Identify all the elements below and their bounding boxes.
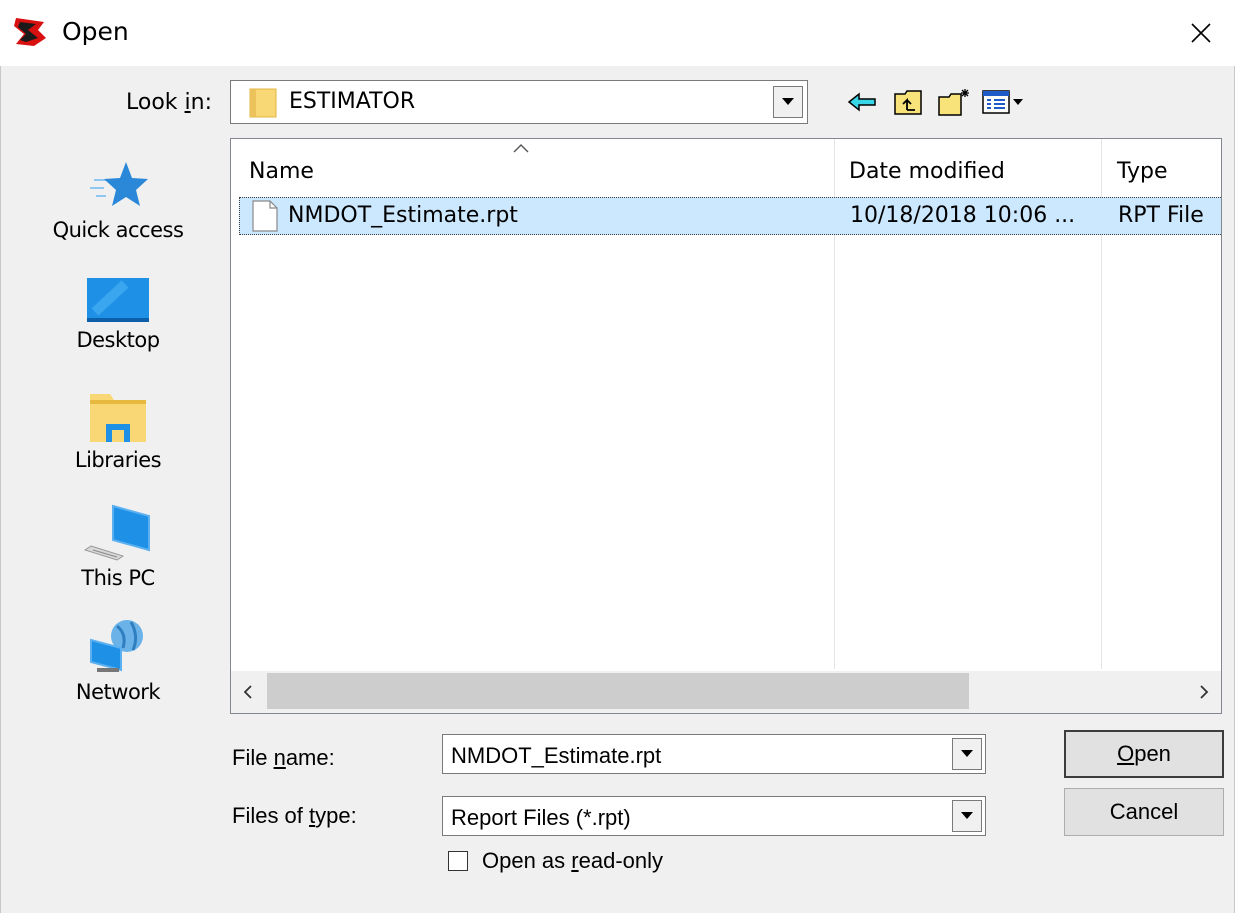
file-name-value: NMDOT_Estimate.rpt: [451, 743, 662, 768]
file-name-dropdown-button[interactable]: [952, 738, 982, 770]
place-libraries[interactable]: Libraries: [22, 390, 214, 472]
column-header-type[interactable]: Type: [1117, 159, 1168, 184]
up-folder-icon: [894, 90, 922, 115]
close-icon: [1191, 23, 1211, 43]
open-button[interactable]: Open: [1064, 730, 1224, 778]
file-type-dropdown-button[interactable]: [952, 800, 982, 832]
libraries-icon: [90, 394, 146, 442]
file-name: NMDOT_Estimate.rpt: [288, 203, 518, 228]
file-list[interactable]: Name Date modified Type NMDOT_Estimate.r…: [230, 138, 1222, 714]
folder-icon: [249, 88, 277, 118]
title-bar[interactable]: Open: [0, 0, 1235, 66]
look-in-value: ESTIMATOR: [289, 89, 416, 114]
file-date-modified: 10/18/2018 10:06 ...: [850, 203, 1076, 228]
toolbar: [842, 84, 1032, 120]
cancel-button[interactable]: Cancel: [1064, 788, 1224, 836]
scroll-left-button[interactable]: [231, 671, 265, 713]
open-dialog: Open Look in: ESTIMATOR Quick access Des…: [0, 0, 1235, 913]
desktop-icon: [87, 278, 149, 322]
file-type-label: Files of type:: [232, 803, 357, 828]
column-header-date-modified[interactable]: Date modified: [849, 159, 1005, 184]
chevron-down-icon: [961, 750, 973, 757]
dropdown-arrow-button[interactable]: [773, 86, 803, 118]
chevron-right-icon: [1200, 685, 1209, 699]
new-folder-icon: [938, 89, 969, 116]
file-icon: [252, 200, 278, 232]
network-icon: [90, 620, 143, 672]
back-button[interactable]: [842, 84, 882, 120]
star-icon: [90, 162, 148, 206]
view-menu-icon: [982, 90, 1023, 114]
place-quick-access[interactable]: Quick access: [22, 160, 214, 242]
place-this-pc[interactable]: This PC: [22, 504, 214, 590]
look-in-dropdown[interactable]: ESTIMATOR: [230, 80, 808, 124]
back-arrow-icon: [847, 92, 876, 112]
close-button[interactable]: [1167, 0, 1235, 66]
file-type-value: Report Files (*.rpt): [451, 805, 631, 830]
chevron-down-icon: [782, 98, 794, 105]
chevron-down-icon: [961, 812, 973, 819]
scrollbar-thumb[interactable]: [267, 673, 969, 709]
read-only-checkbox[interactable]: [448, 851, 468, 871]
app-logo-icon: [14, 18, 46, 46]
sort-ascending-icon: [513, 144, 529, 153]
new-folder-button[interactable]: [934, 84, 974, 120]
file-type: RPT File: [1118, 203, 1204, 228]
file-type-dropdown[interactable]: Report Files (*.rpt): [442, 796, 986, 836]
horizontal-scrollbar[interactable]: [231, 671, 1221, 713]
computer-icon: [83, 504, 150, 561]
file-name-label: File name:: [232, 745, 335, 770]
look-in-label: Look in:: [126, 90, 213, 115]
view-menu-button[interactable]: [980, 84, 1026, 120]
up-folder-button[interactable]: [888, 84, 928, 120]
column-header-name[interactable]: Name: [249, 159, 314, 184]
place-desktop[interactable]: Desktop: [22, 276, 214, 352]
window-title: Open: [62, 17, 129, 46]
chevron-left-icon: [243, 685, 252, 699]
file-name-input[interactable]: NMDOT_Estimate.rpt: [442, 734, 986, 774]
file-row[interactable]: NMDOT_Estimate.rpt 10/18/2018 10:06 ... …: [239, 197, 1221, 235]
scroll-right-button[interactable]: [1187, 671, 1221, 713]
dialog-border: [0, 60, 1, 913]
read-only-label: Open as read-only: [482, 848, 663, 873]
place-network[interactable]: Network: [22, 618, 214, 704]
read-only-option[interactable]: Open as read-only: [448, 848, 663, 874]
